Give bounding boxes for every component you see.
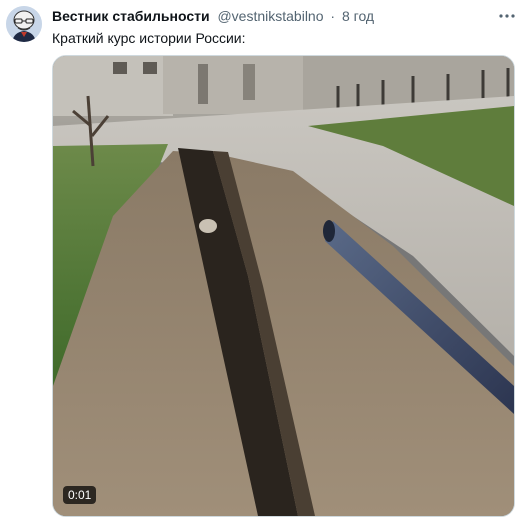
more-options-button[interactable] — [497, 6, 517, 26]
avatar[interactable] — [6, 6, 42, 42]
display-name[interactable]: Вестник стабильности — [52, 8, 210, 24]
avatar-caricature-icon — [6, 6, 42, 42]
video-frame — [53, 56, 514, 516]
video-duration: 0:01 — [63, 486, 97, 504]
user-handle[interactable]: @vestnikstabilno — [217, 8, 323, 24]
tweet-header: Вестник стабильности @vestnikstabilno · … — [52, 6, 487, 26]
separator: · — [330, 8, 336, 24]
more-dots-icon — [499, 14, 515, 18]
tweet-text: Краткий курс истории России: — [52, 30, 246, 46]
tweet-card[interactable]: Вестник стабильности @vestnikstabilno · … — [0, 0, 527, 523]
timestamp[interactable]: 8 год — [342, 8, 374, 24]
video-player[interactable]: 0:01 — [52, 55, 515, 517]
